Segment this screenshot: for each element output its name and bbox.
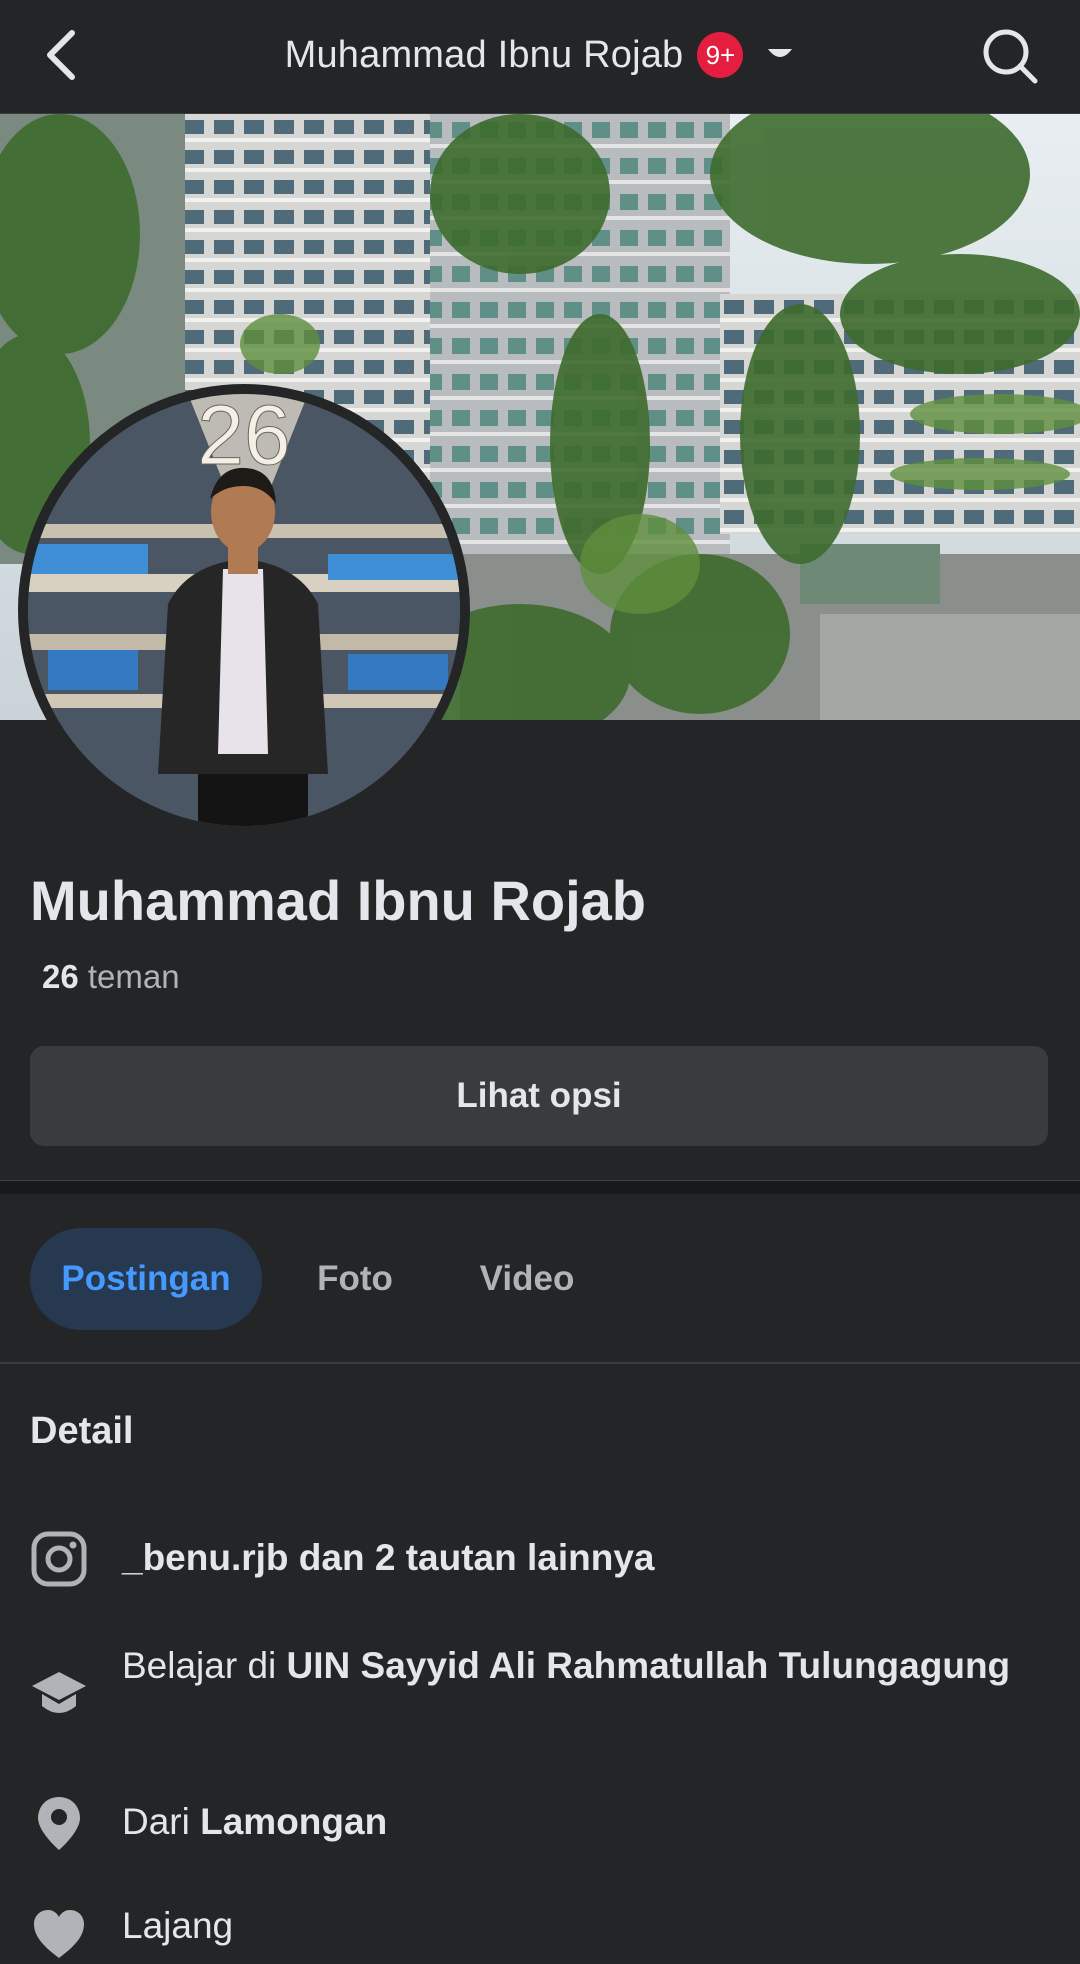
detail-education-prefix: Belajar di (122, 1645, 277, 1686)
tab-photos[interactable]: Foto (288, 1228, 422, 1330)
section-divider (0, 1180, 1080, 1194)
caret-down-icon (768, 49, 793, 57)
friends-count-label: teman (87, 958, 180, 995)
detail-hometown-prefix: Dari (122, 1801, 190, 1842)
details-heading: Detail (30, 1410, 134, 1452)
tab-videos[interactable]: Video (452, 1228, 602, 1330)
graduation-cap-icon (32, 1672, 86, 1713)
detail-links-text: _benu.rjb dan 2 tautan lainnya (122, 1537, 655, 1578)
notification-badge: 9+ (697, 32, 744, 78)
profile-name: Muhammad Ibnu Rojab (30, 869, 646, 932)
avatar-illustration: 26 (28, 394, 460, 826)
top-app-bar: Muhammad Ibnu Rojab 9+ (0, 0, 1080, 114)
detail-education-school[interactable]: UIN Sayyid Ali Rahmatullah Tulungagung (287, 1645, 1011, 1686)
view-options-button[interactable]: Lihat opsi (30, 1046, 1048, 1146)
profile-avatar[interactable]: 26 (28, 394, 460, 826)
friends-count-number: 26 (42, 958, 79, 995)
detail-relationship-text: Lajang (122, 1905, 234, 1946)
profile-switcher[interactable]: Muhammad Ibnu Rojab 9+ (0, 0, 1080, 110)
tabs-divider (0, 1362, 1080, 1364)
tab-posts[interactable]: Postingan (30, 1228, 262, 1330)
instagram-icon (31, 1531, 87, 1587)
detail-hometown-place[interactable]: Lamongan (200, 1801, 387, 1842)
search-icon (983, 29, 1038, 84)
topbar-title: Muhammad Ibnu Rojab (284, 33, 684, 76)
profile-tabs: Postingan Foto Video (0, 1194, 1080, 1362)
heart-icon (34, 1910, 84, 1958)
friends-count[interactable]: 26 teman (42, 958, 180, 996)
location-pin-icon (38, 1797, 80, 1850)
search-button[interactable] (980, 26, 1040, 86)
